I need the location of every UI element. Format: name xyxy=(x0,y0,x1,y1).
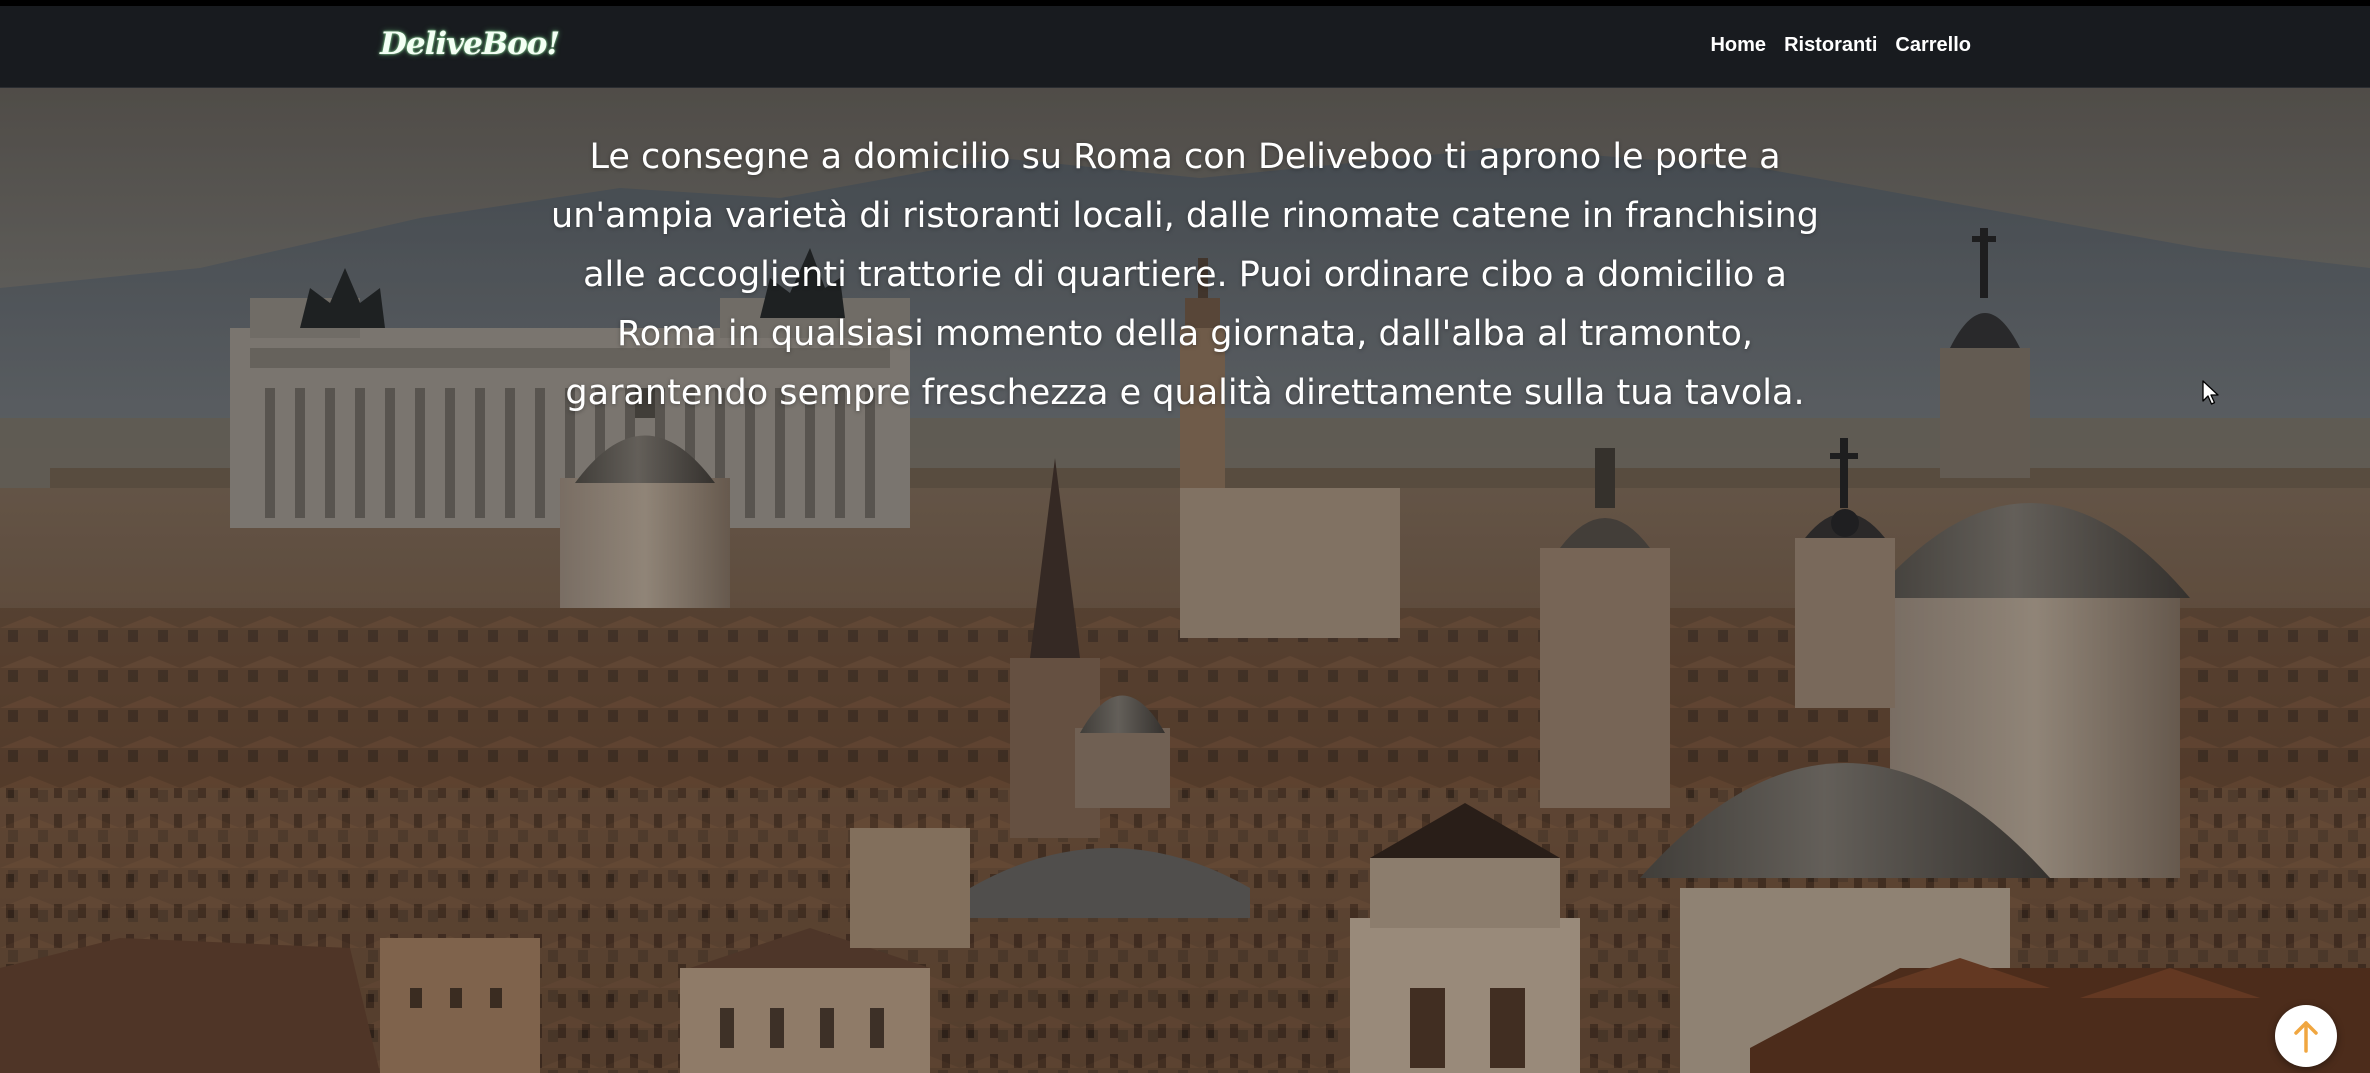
nav-links: Home Ristoranti Carrello xyxy=(1710,34,1971,57)
arrow-up-icon xyxy=(2294,1021,2318,1053)
hero-section: Le consegne a domicilio su Roma con Deli… xyxy=(0,88,2370,1073)
scroll-to-top-button[interactable] xyxy=(2275,1005,2337,1067)
nav-link-carrello[interactable]: Carrello xyxy=(1895,34,1971,57)
page: DeliveBoo! Home Ristoranti Carrello Le c… xyxy=(0,0,2370,1073)
nav-link-home[interactable]: Home xyxy=(1710,34,1766,57)
mouse-cursor-icon xyxy=(2202,380,2219,405)
navbar: DeliveBoo! Home Ristoranti Carrello xyxy=(0,0,2370,88)
nav-link-ristoranti[interactable]: Ristoranti xyxy=(1784,34,1877,57)
brand-logo[interactable]: DeliveBoo! xyxy=(380,26,560,62)
hero-description: Le consegne a domicilio su Roma con Deli… xyxy=(551,137,1819,413)
